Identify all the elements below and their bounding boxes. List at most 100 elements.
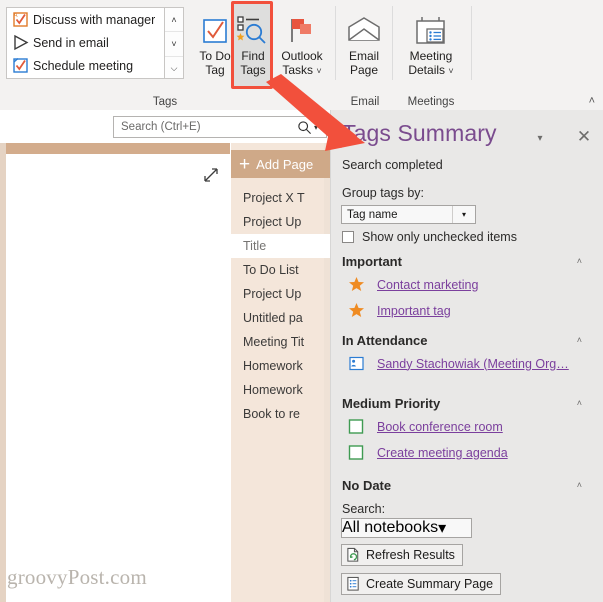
tag-result-item[interactable]: Book conference room [348,418,598,435]
page-item-label: Book to re [243,407,300,421]
list-item[interactable]: To Do List [231,258,330,282]
chevron-down-icon[interactable]: ˅ [316,66,321,76]
page-item-label: Title [243,239,267,253]
list-item[interactable]: Project X T [231,186,330,210]
list-item[interactable]: Untitled pa [231,306,330,330]
tag-result-item[interactable]: Create meeting agenda [348,444,598,461]
create-summary-page-button[interactable]: Create Summary Page [341,573,502,595]
contact-icon [348,355,365,372]
search-placeholder: Search (Ctrl+E) [121,121,201,133]
collapse-ribbon-button[interactable]: ˄ [589,95,595,107]
svg-text:A: A [14,13,18,19]
group-tags-by-label: Group tags by: [342,186,424,200]
list-item[interactable]: Meeting Tit [231,330,330,354]
close-icon[interactable]: ✕ [573,126,595,148]
refresh-results-button[interactable]: Refresh Results [341,544,463,566]
chevron-up-icon[interactable]: ˄ [577,480,582,490]
watermark: groovyPost.com [7,565,147,589]
page-item-label: Project Up [243,287,302,301]
chevron-up-icon[interactable]: ˄ [577,256,582,266]
list-item[interactable]: Homework [231,378,330,402]
refresh-results-label: Refresh Results [366,548,455,562]
page-list-items: Project X T Project Up Title To Do List … [231,186,330,436]
page-item-label: Homework [243,383,303,397]
search-input[interactable]: Search (Ctrl+E) ▾ [113,116,327,138]
list-item[interactable]: Book to re [231,402,330,426]
envelope-icon [340,5,388,49]
tag-result-item[interactable]: Contact marketing [348,276,598,293]
tag-gallery-item-label: Send in email [33,35,109,50]
tag-gallery-item[interactable]: Send in email [7,31,177,54]
outlook-tasks-button[interactable]: Outlook Tasks ˅ [274,5,330,81]
chevron-up-icon[interactable]: ˄ [577,398,582,408]
group-label-tags: Tags [152,96,178,108]
summary-page-icon [346,576,361,592]
meeting-details-label-line1: Meeting [409,49,453,63]
group-tags-by-select[interactable]: Tag name ▾ [341,205,476,224]
chevron-down-icon[interactable]: ▾ [438,518,446,538]
add-page-label: Add Page [256,156,314,172]
section-header-in-attendance[interactable]: In Attendance ˄ [342,332,594,350]
panel-menu-caret-icon[interactable]: ▾ [531,131,549,145]
expand-arrows-icon[interactable] [201,165,221,185]
meeting-details-label-line2: Details ˅ [396,63,466,78]
chevron-up-icon[interactable]: ˄ [577,335,582,345]
outlook-tasks-label-line2-text: Tasks [282,63,314,77]
tag-gallery-scrollbar[interactable]: ˄ ˅ ⌵ [164,7,184,79]
tag-result-label[interactable]: Contact marketing [377,278,478,292]
add-page-button[interactable]: + Add Page [231,150,330,178]
create-summary-page-label: Create Summary Page [366,577,494,591]
magnifier-icon[interactable] [294,120,314,135]
section-title: No Date [342,478,392,493]
page-title: Tags Summary [342,120,497,146]
calendar-icon [396,5,466,49]
page-item-label: Homework [243,359,303,373]
meeting-details-button[interactable]: Meeting Details ˅ [396,5,466,81]
list-item-selected[interactable]: Title [231,234,330,258]
star-icon [348,276,365,293]
onenote-window: A Discuss with manager Send in email Sch… [0,0,603,602]
tag-result-item[interactable]: Sandy Stachowiak (Meeting Org… [348,355,598,372]
tag-result-label[interactable]: Important tag [377,304,451,318]
checkbox-green-icon[interactable] [348,418,365,435]
email-page-button[interactable]: Email Page [340,5,388,81]
tag-result-item[interactable]: Important tag [348,302,598,319]
page-item-label: Meeting Tit [243,335,305,349]
notebook-scope-select[interactable]: All notebooks ▾ [341,518,472,538]
tags-summary-panel: Tags Summary ▾ ✕ Search completed Group … [330,110,603,602]
page-item-label: To Do List [243,263,299,277]
page-item-label: Project X T [243,191,305,205]
chevron-down-icon[interactable]: ▾ [452,206,475,223]
tag-gallery-item[interactable]: Schedule meeting [7,54,177,77]
tag-gallery-item[interactable]: A Discuss with manager [7,8,177,31]
checkbox-green-icon[interactable] [348,444,365,461]
tag-gallery[interactable]: A Discuss with manager Send in email Sch… [6,7,178,79]
chevron-down-icon[interactable]: ˅ [448,66,453,76]
page-canvas[interactable] [6,154,231,553]
gallery-scroll-up-button[interactable]: ˄ [165,8,183,33]
group-label-meetings: Meetings [407,96,455,108]
group-label-email: Email [350,96,380,108]
tag-result-label[interactable]: Book conference room [377,420,503,434]
page-item-label: Untitled pa [243,311,303,325]
notebook-scope-value: All notebooks [342,519,439,536]
flag-icon [274,5,330,49]
section-header-important[interactable]: Important ˄ [342,253,594,271]
list-item[interactable]: Project Up [231,210,330,234]
section-header-medium-priority[interactable]: Medium Priority ˄ [342,395,594,413]
gallery-more-button[interactable]: ⌵ [165,57,183,80]
checkbox-icon[interactable] [342,231,354,243]
tag-result-label[interactable]: Create meeting agenda [377,446,508,460]
section-header-no-date[interactable]: No Date ˄ [342,477,594,495]
list-item[interactable]: Homework [231,354,330,378]
list-item[interactable]: Project Up [231,282,330,306]
section-title: In Attendance [342,333,428,348]
section-title: Medium Priority [342,396,441,411]
search-dropdown-caret-icon[interactable]: ▾ [314,123,326,132]
gallery-scroll-down-button[interactable]: ˅ [165,32,183,57]
tag-result-label[interactable]: Sandy Stachowiak (Meeting Org… [377,357,569,371]
email-page-label-line2: Page [349,63,379,77]
page-item-label: Project Up [243,215,302,229]
group-tags-by-value: Tag name [347,208,398,221]
show-unchecked-checkbox[interactable]: Show only unchecked items [342,230,517,244]
